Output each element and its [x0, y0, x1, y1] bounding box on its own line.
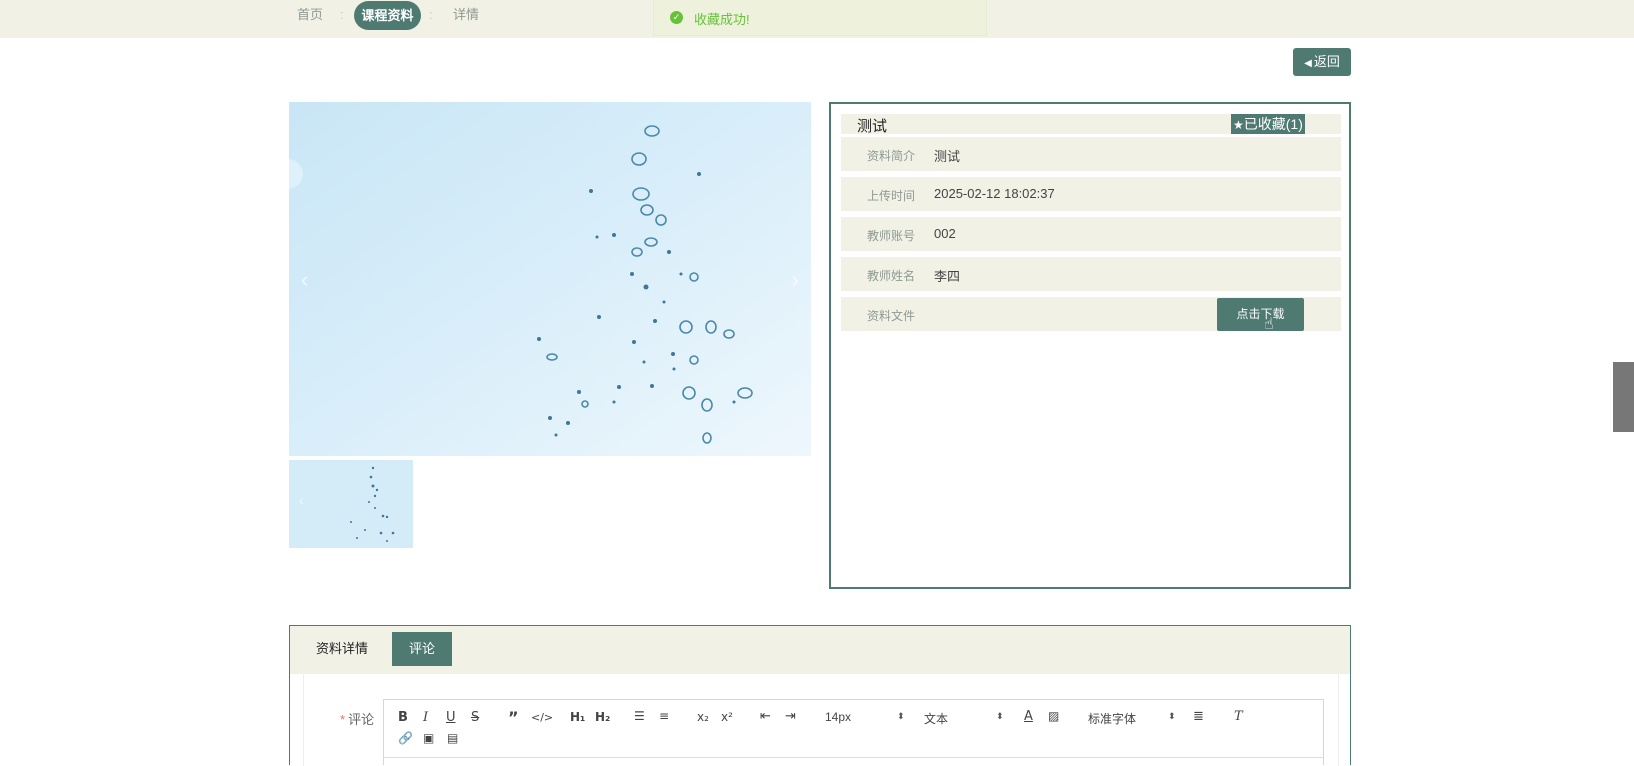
strikethrough-icon[interactable]: S — [471, 710, 479, 725]
info-label: 资料文件 — [867, 309, 916, 323]
info-value: 2025-02-12 18:02:37 — [934, 186, 1055, 201]
underline-icon[interactable]: U — [446, 710, 456, 725]
font-family-select[interactable]: 标准字体 ⬍ — [1088, 710, 1176, 727]
breadcrumb-separator: : — [429, 7, 433, 22]
title-row: 测试 ★已收藏(1) — [841, 114, 1341, 135]
blockquote-icon[interactable]: ” — [508, 708, 519, 727]
info-row-teacher-name: 教师姓名 李四 — [841, 257, 1341, 291]
info-value: 李四 — [934, 269, 961, 284]
code-icon[interactable]: </> — [531, 711, 553, 724]
font-family-value: 标准字体 — [1088, 712, 1137, 726]
info-row-file: 资料文件 点击下载 ☝ — [841, 297, 1341, 333]
hand-cursor-icon: ☝ — [1264, 316, 1274, 333]
bullet-list-icon[interactable]: ≡ — [659, 709, 669, 723]
info-row-summary: 资料简介 测试 — [841, 137, 1341, 171]
required-mark: * — [340, 712, 346, 727]
back-button-label: 返回 — [1313, 54, 1340, 69]
info-label: 教师姓名 — [867, 269, 916, 283]
font-size-select[interactable]: 14px ⬍ — [825, 710, 905, 724]
indent-icon[interactable]: ⇥ — [785, 709, 796, 724]
toolbar-divider — [384, 757, 1323, 758]
background-color-icon[interactable]: ▨ — [1048, 709, 1059, 723]
favorite-button[interactable]: ★已收藏(1) — [1231, 114, 1305, 134]
material-title: 测试 — [857, 118, 888, 135]
breadcrumb-separator: : — [340, 7, 344, 22]
subscript-icon[interactable]: x₂ — [697, 710, 709, 724]
heading-1-icon[interactable]: H₁ — [570, 710, 585, 724]
info-label: 教师账号 — [867, 229, 916, 243]
info-row-teacher-account: 教师账号 002 — [841, 217, 1341, 251]
breadcrumb-course-materials[interactable]: 课程资料 — [354, 1, 421, 30]
comment-label: * 评论 — [340, 709, 374, 728]
video-icon[interactable]: ▤ — [447, 731, 458, 745]
download-button[interactable]: 点击下载 — [1217, 298, 1304, 331]
back-button[interactable]: ◀ 返回 — [1293, 48, 1351, 76]
outdent-icon[interactable]: ⇤ — [760, 709, 771, 724]
italic-icon[interactable]: I — [423, 710, 428, 725]
font-size-value: 14px — [825, 710, 852, 724]
star-icon: ★ — [1233, 118, 1244, 132]
scrollbar-thumb[interactable] — [1613, 362, 1634, 432]
text-color-icon[interactable]: A — [1024, 709, 1033, 724]
clear-format-icon[interactable]: T — [1234, 709, 1243, 724]
info-label: 资料简介 — [867, 149, 916, 163]
heading-2-icon[interactable]: H₂ — [595, 710, 610, 724]
chevron-updown-icon: ⬍ — [897, 711, 905, 721]
rich-text-editor[interactable]: B I U S ” </> H₁ H₂ ☰ ≡ x₂ x² ⇤ ⇥ 14px ⬍ … — [383, 699, 1324, 765]
tab-material-details[interactable]: 资料详情 — [304, 632, 380, 666]
check-circle-icon: ✓ — [670, 11, 683, 24]
breadcrumb-detail: 详情 — [453, 7, 480, 22]
link-icon[interactable]: 🔗 — [398, 731, 413, 745]
info-value: 测试 — [934, 149, 961, 164]
image-carousel: ‹ › — [289, 102, 811, 456]
water-bubbles-image — [289, 102, 811, 456]
image-icon[interactable]: ▣ — [423, 731, 434, 745]
toast-message: 收藏成功! — [694, 12, 750, 27]
ordered-list-icon[interactable]: ☰ — [634, 709, 645, 723]
superscript-icon[interactable]: x² — [721, 710, 733, 724]
chevron-left-icon: ‹ — [299, 492, 304, 508]
align-left-icon[interactable]: ≣ — [1193, 709, 1204, 724]
water-bubbles-thumbnail — [289, 460, 413, 548]
material-info-panel: 测试 ★已收藏(1) 资料简介 测试 上传时间 2025-02-12 18:02… — [829, 102, 1351, 589]
info-row-upload-time: 上传时间 2025-02-12 18:02:37 — [841, 177, 1341, 211]
editor-toolbar: B I U S ” </> H₁ H₂ ☰ ≡ x₂ x² ⇤ ⇥ 14px ⬍ … — [384, 700, 1323, 760]
header-select[interactable]: 文本 ⬍ — [924, 710, 1004, 727]
info-value: 002 — [934, 226, 956, 241]
favorite-label: 已收藏(1) — [1243, 116, 1303, 132]
success-toast: ✓ 收藏成功! — [653, 0, 987, 36]
chevron-right-icon[interactable]: › — [792, 267, 799, 293]
breadcrumb-home[interactable]: 首页 — [297, 0, 323, 30]
chevron-updown-icon: ⬍ — [996, 711, 1004, 721]
comment-label-text: 评论 — [348, 712, 375, 727]
chevron-left-icon[interactable]: ‹ — [301, 267, 308, 293]
bold-icon[interactable]: B — [398, 710, 408, 725]
carousel-thumbnail[interactable]: ‹ — [289, 460, 413, 548]
chevron-updown-icon: ⬍ — [1168, 711, 1176, 721]
tab-comments[interactable]: 评论 — [392, 632, 452, 666]
header-value: 文本 — [924, 712, 949, 726]
info-label: 上传时间 — [867, 189, 916, 203]
tabs-header: 资料详情 评论 — [290, 626, 1350, 674]
caret-left-icon: ◀ — [1304, 58, 1312, 69]
